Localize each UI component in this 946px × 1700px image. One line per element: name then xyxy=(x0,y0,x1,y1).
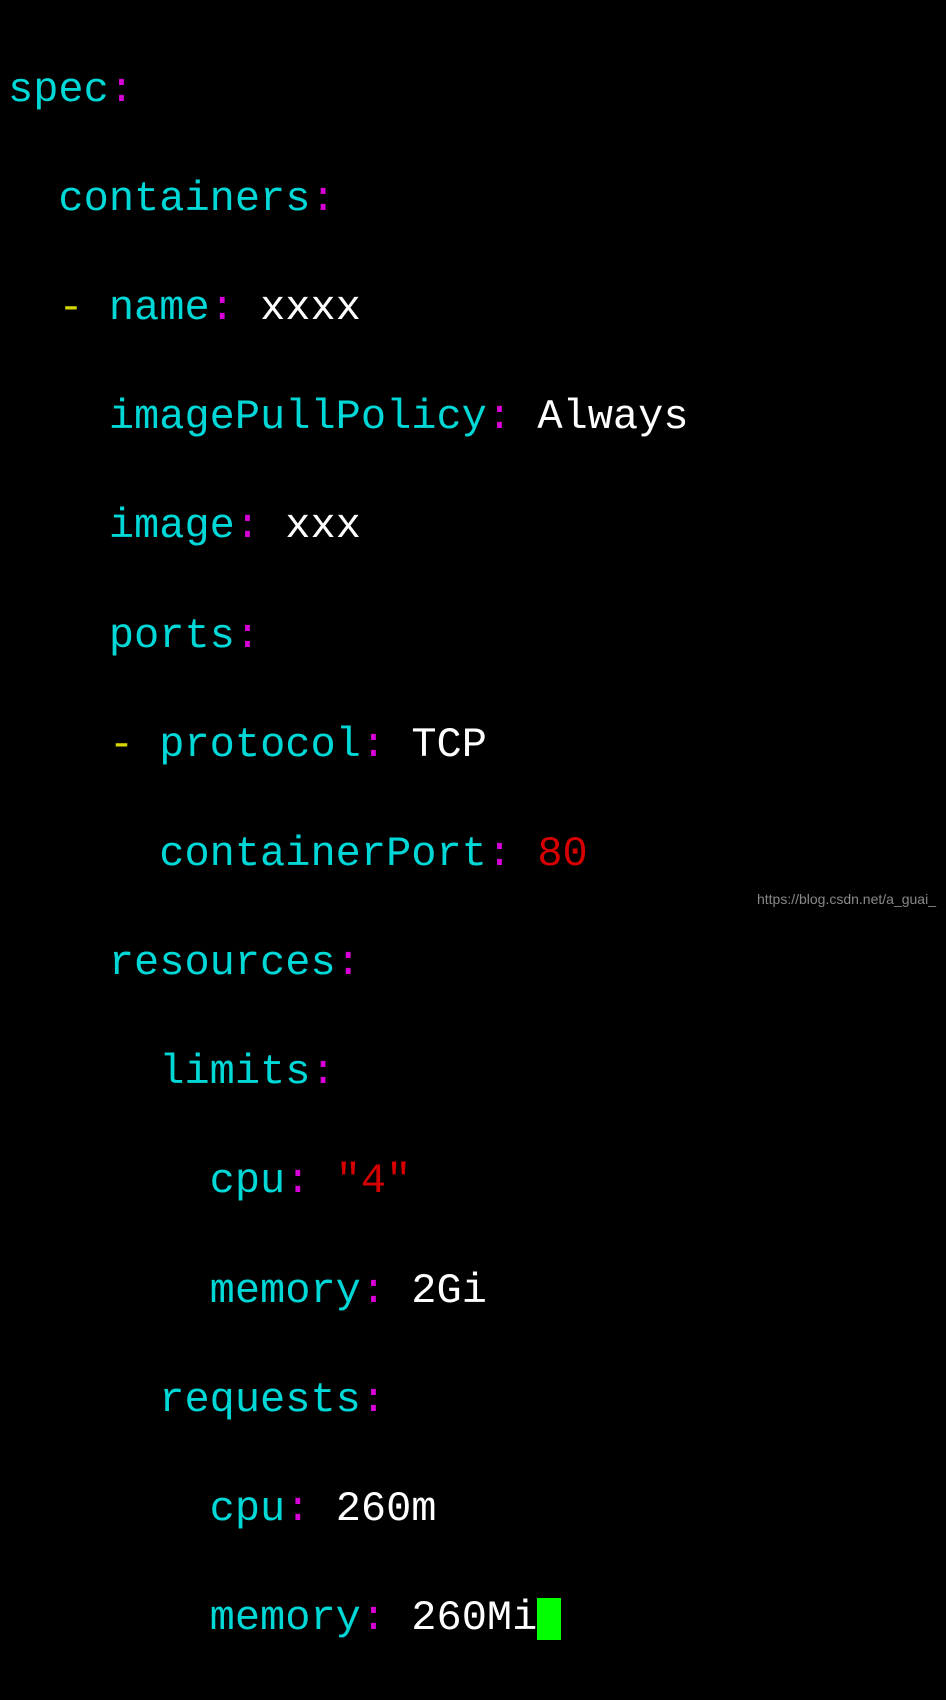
indent xyxy=(8,393,109,441)
indent xyxy=(8,612,109,660)
yaml-colon: : xyxy=(487,393,537,441)
yaml-quote: " xyxy=(336,1157,361,1205)
code-line-10: limits: xyxy=(8,1045,938,1100)
code-line-9: resources: xyxy=(8,936,938,991)
code-line-11: cpu: "4" xyxy=(8,1154,938,1209)
yaml-value: TCP xyxy=(411,721,487,769)
yaml-key: spec xyxy=(8,66,109,114)
yaml-colon: : xyxy=(361,1267,411,1315)
code-line-12: memory: 2Gi xyxy=(8,1264,938,1319)
indent xyxy=(8,830,159,878)
yaml-colon: : xyxy=(361,1376,386,1424)
yaml-colon: : xyxy=(487,830,537,878)
code-line-5: image: xxx xyxy=(8,499,938,554)
yaml-colon: : xyxy=(310,175,335,223)
yaml-colon: : xyxy=(210,284,260,332)
yaml-key: limits xyxy=(159,1048,310,1096)
yaml-value: 4 xyxy=(361,1157,386,1205)
yaml-colon: : xyxy=(336,939,361,987)
code-line-8: containerPort: 80 xyxy=(8,827,938,882)
yaml-colon: : xyxy=(310,1048,335,1096)
yaml-key: cpu xyxy=(210,1157,286,1205)
yaml-key: containerPort xyxy=(159,830,487,878)
yaml-value: 80 xyxy=(537,830,587,878)
yaml-key: name xyxy=(109,284,210,332)
code-line-6: ports: xyxy=(8,609,938,664)
yaml-key: requests xyxy=(159,1376,361,1424)
indent xyxy=(8,1594,210,1642)
cursor-icon xyxy=(537,1598,561,1640)
indent xyxy=(8,939,109,987)
yaml-key: ports xyxy=(109,612,235,660)
indent xyxy=(8,175,58,223)
yaml-colon: : xyxy=(235,502,285,550)
yaml-colon: : xyxy=(235,612,260,660)
code-line-14: cpu: 260m xyxy=(8,1482,938,1537)
yaml-key: protocol xyxy=(159,721,361,769)
indent xyxy=(8,1376,159,1424)
indent xyxy=(8,284,58,332)
yaml-colon: : xyxy=(285,1157,335,1205)
yaml-key: cpu xyxy=(210,1485,286,1533)
indent xyxy=(8,1485,210,1533)
yaml-value: 260Mi xyxy=(411,1594,537,1642)
yaml-value: 260m xyxy=(336,1485,437,1533)
yaml-value: 2Gi xyxy=(411,1267,487,1315)
indent xyxy=(8,502,109,550)
yaml-key: memory xyxy=(210,1267,361,1315)
yaml-value: xxxx xyxy=(260,284,361,332)
indent xyxy=(8,1048,159,1096)
yaml-value: Always xyxy=(537,393,688,441)
yaml-dash: - xyxy=(58,284,108,332)
yaml-key: imagePullPolicy xyxy=(109,393,487,441)
yaml-key: image xyxy=(109,502,235,550)
yaml-colon: : xyxy=(361,721,411,769)
code-line-13: requests: xyxy=(8,1373,938,1428)
yaml-colon: : xyxy=(109,66,134,114)
yaml-key: resources xyxy=(109,939,336,987)
code-line-2: containers: xyxy=(8,172,938,227)
yaml-value: xxx xyxy=(285,502,361,550)
yaml-key: memory xyxy=(210,1594,361,1642)
indent xyxy=(8,721,109,769)
code-line-7: - protocol: TCP xyxy=(8,718,938,773)
code-line-4: imagePullPolicy: Always xyxy=(8,390,938,445)
yaml-colon: : xyxy=(361,1594,411,1642)
code-line-1: spec: xyxy=(8,63,938,118)
yaml-dash: - xyxy=(109,721,159,769)
yaml-code-block: spec: containers: - name: xxxx imagePull… xyxy=(8,8,938,1700)
code-line-3: - name: xxxx xyxy=(8,281,938,336)
yaml-colon: : xyxy=(285,1485,335,1533)
indent xyxy=(8,1157,210,1205)
yaml-quote: " xyxy=(386,1157,411,1205)
indent xyxy=(8,1267,210,1315)
yaml-key: containers xyxy=(58,175,310,223)
watermark-text: https://blog.csdn.net/a_guai_ xyxy=(757,890,936,908)
code-line-15: memory: 260Mi xyxy=(8,1591,938,1646)
